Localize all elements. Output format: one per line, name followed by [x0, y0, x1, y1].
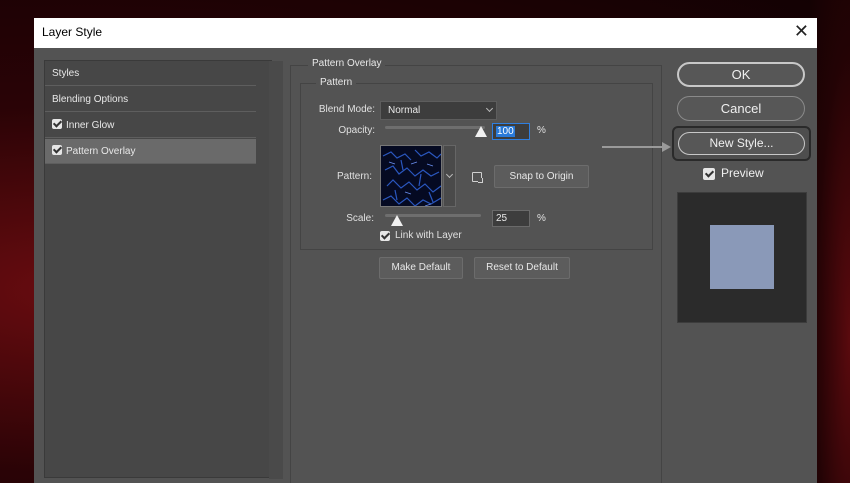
ok-button[interactable]: OK — [677, 62, 805, 87]
pattern-texture — [381, 146, 441, 206]
chevron-down-icon — [485, 104, 494, 113]
link-with-layer-checkbox[interactable] — [380, 231, 390, 241]
styles-item-label: Pattern Overlay — [66, 146, 136, 157]
styles-item-inner-glow[interactable]: Inner Glow — [45, 113, 256, 138]
scale-value: 25 — [496, 213, 508, 224]
blend-mode-value: Normal — [388, 105, 421, 116]
preview-swatch — [710, 225, 774, 289]
new-preset-icon[interactable] — [472, 172, 483, 183]
preview-label: Preview — [721, 166, 764, 180]
styles-item-label: Styles — [52, 68, 80, 79]
inner-glow-checkbox[interactable] — [52, 119, 62, 129]
chevron-down-icon — [445, 170, 454, 179]
pattern-label: Pattern: — [336, 171, 372, 182]
blend-mode-select[interactable]: Normal — [380, 101, 497, 120]
styles-item-label: Blending Options — [52, 94, 129, 105]
styles-item-pattern-overlay[interactable]: Pattern Overlay — [45, 139, 256, 164]
title-bar: Layer Style ✕ — [34, 18, 817, 48]
opacity-slider-track[interactable] — [385, 126, 485, 129]
scale-input[interactable]: 25 — [492, 210, 530, 227]
styles-item-styles[interactable]: Styles — [45, 61, 256, 86]
styles-list-panel: Styles Blending Options Inner Glow Patte… — [44, 60, 283, 479]
link-with-layer-label: Link with Layer — [395, 230, 462, 241]
styles-item-blending-options[interactable]: Blending Options — [45, 87, 256, 112]
reset-to-default-button[interactable]: Reset to Default — [474, 257, 570, 279]
opacity-label: Opacity: — [338, 125, 375, 136]
blend-mode-label: Blend Mode: — [318, 104, 375, 115]
group-title: Pattern — [316, 77, 357, 88]
window-title: Layer Style — [42, 25, 103, 39]
scale-slider-thumb[interactable] — [391, 215, 403, 226]
preview-checkbox[interactable] — [703, 168, 715, 180]
section-title: Pattern Overlay — [308, 58, 386, 69]
opacity-value: 100 — [496, 126, 515, 137]
scale-unit: % — [537, 213, 546, 224]
pointer-arrow-line — [602, 146, 664, 148]
opacity-input[interactable]: 100 — [492, 123, 530, 140]
opacity-slider-thumb[interactable] — [475, 126, 487, 137]
preview-box — [677, 192, 807, 323]
styles-item-label: Inner Glow — [66, 120, 115, 131]
snap-to-origin-button[interactable]: Snap to Origin — [494, 165, 589, 188]
pattern-swatch[interactable] — [380, 145, 442, 207]
pattern-overlay-checkbox[interactable] — [52, 145, 62, 155]
scale-label: Scale: — [346, 213, 374, 224]
make-default-button[interactable]: Make Default — [379, 257, 463, 279]
opacity-unit: % — [537, 125, 546, 136]
close-icon[interactable]: ✕ — [794, 22, 809, 40]
new-style-button[interactable]: New Style... — [678, 132, 805, 155]
arrow-right-icon — [662, 142, 671, 152]
styles-scrollbar[interactable] — [269, 61, 283, 479]
pattern-picker-dropdown[interactable] — [443, 145, 456, 207]
new-style-highlight: New Style... — [672, 126, 811, 161]
cancel-button[interactable]: Cancel — [677, 96, 805, 121]
